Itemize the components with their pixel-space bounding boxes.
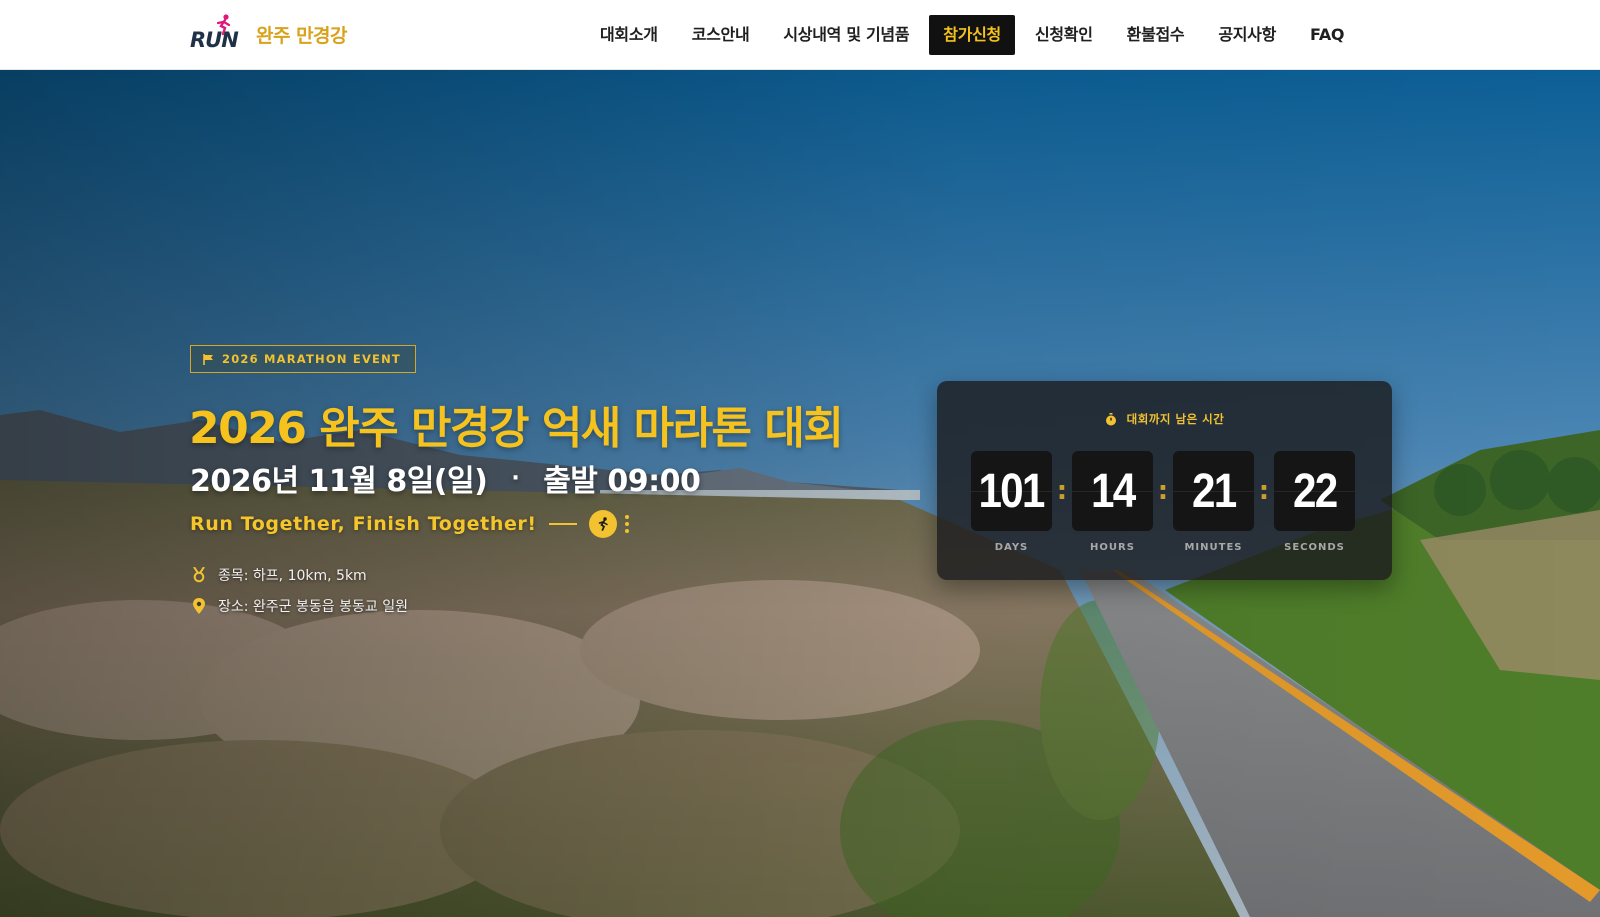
slogan-line: Run Together, Finish Together! <box>190 510 629 538</box>
event-badge: 2026 MARATHON EVENT <box>190 345 416 373</box>
info-venue: 장소: 완주군 봉동읍 봉동교 일원 <box>218 599 408 615</box>
event-title: 2026 완주 만경강 억새 마라톤 대회 <box>189 403 844 454</box>
runner-icon <box>598 517 608 531</box>
countdown-seconds-value: 22 <box>1292 464 1338 518</box>
countdown-hours-value: 14 <box>1090 464 1136 518</box>
nav-item-register[interactable]: 참가신청 <box>929 15 1015 55</box>
info-events-row: 종목: 하프, 10km, 5km <box>192 565 367 585</box>
date-separator: · <box>511 465 520 491</box>
info-venue-row: 장소: 완주군 봉동읍 봉동교 일원 <box>192 596 408 616</box>
countdown-separator: : <box>1258 476 1270 506</box>
nav-item-course[interactable]: 코스안내 <box>678 15 764 55</box>
site-logo[interactable]: RUN 완주 만경강 <box>190 14 348 54</box>
event-date: 2026년 11월 8일(일) <box>190 464 488 499</box>
event-badge-text: 2026 MARATHON EVENT <box>222 352 401 366</box>
info-events: 종목: 하프, 10km, 5km <box>218 568 367 584</box>
countdown-separator: : <box>1056 476 1068 506</box>
countdown-units: 101 DAYS : 14 HOURS : 21 MINUTES : 22 SE… <box>971 451 1355 553</box>
countdown-seconds-box: 22 <box>1274 451 1355 531</box>
countdown-hours-label: HOURS <box>1090 542 1135 553</box>
flag-icon <box>203 353 213 365</box>
countdown-days-label: DAYS <box>994 542 1029 553</box>
nav-item-faq[interactable]: FAQ <box>1296 15 1358 55</box>
nav-item-awards[interactable]: 시상내역 및 기념품 <box>769 15 923 55</box>
location-pin-icon <box>193 598 205 614</box>
stopwatch-icon <box>1105 412 1116 425</box>
countdown-hours: 14 HOURS <box>1072 451 1153 553</box>
logo-mark: RUN <box>190 14 248 54</box>
slogan: Run Together, Finish Together! <box>190 513 537 535</box>
hero-section: 2026 MARATHON EVENT 2026 완주 만경강 억새 마라톤 대… <box>0 70 1600 917</box>
nav-item-notices[interactable]: 공지사항 <box>1204 15 1290 55</box>
countdown-hours-box: 14 <box>1072 451 1153 531</box>
site-header: RUN 완주 만경강 대회소개 코스안내 시상내역 및 기념품 참가신청 신청확… <box>0 0 1600 70</box>
countdown-seconds-label: SECONDS <box>1284 542 1345 553</box>
slogan-dash <box>548 523 577 525</box>
countdown-minutes-box: 21 <box>1173 451 1254 531</box>
nav-item-refund[interactable]: 환불접수 <box>1113 15 1199 55</box>
countdown-minutes-label: MINUTES <box>1184 542 1243 553</box>
main-nav: 대회소개 코스안내 시상내역 및 기념품 참가신청 신청확인 환불접수 공지사항… <box>586 15 1364 55</box>
event-date-line: 2026년 11월 8일(일) · 출발 09:00 <box>190 456 701 500</box>
countdown-panel: 대회까지 남은 시간 101 DAYS : 14 HOURS : 21 MINU… <box>937 381 1392 580</box>
countdown-separator: : <box>1157 476 1169 506</box>
countdown-minutes: 21 MINUTES <box>1173 451 1254 553</box>
start-time: 출발 09:00 <box>543 464 701 499</box>
countdown-days-value: 101 <box>978 464 1046 518</box>
nav-item-check-registration[interactable]: 신청확인 <box>1021 15 1107 55</box>
countdown-heading-row: 대회까지 남은 시간 <box>937 411 1392 427</box>
logo-run-text: RUN <box>190 28 239 52</box>
countdown-seconds: 22 SECONDS <box>1274 451 1355 553</box>
nav-item-about[interactable]: 대회소개 <box>586 15 672 55</box>
logo-text: 완주 만경강 <box>256 24 348 47</box>
medal-icon <box>193 567 205 583</box>
countdown-days-box: 101 <box>971 451 1052 531</box>
countdown-heading: 대회까지 남은 시간 <box>1126 412 1225 426</box>
decorative-dots <box>624 515 629 533</box>
countdown-days: 101 DAYS <box>971 451 1052 553</box>
countdown-minutes-value: 21 <box>1191 464 1237 518</box>
runner-badge <box>588 510 617 538</box>
